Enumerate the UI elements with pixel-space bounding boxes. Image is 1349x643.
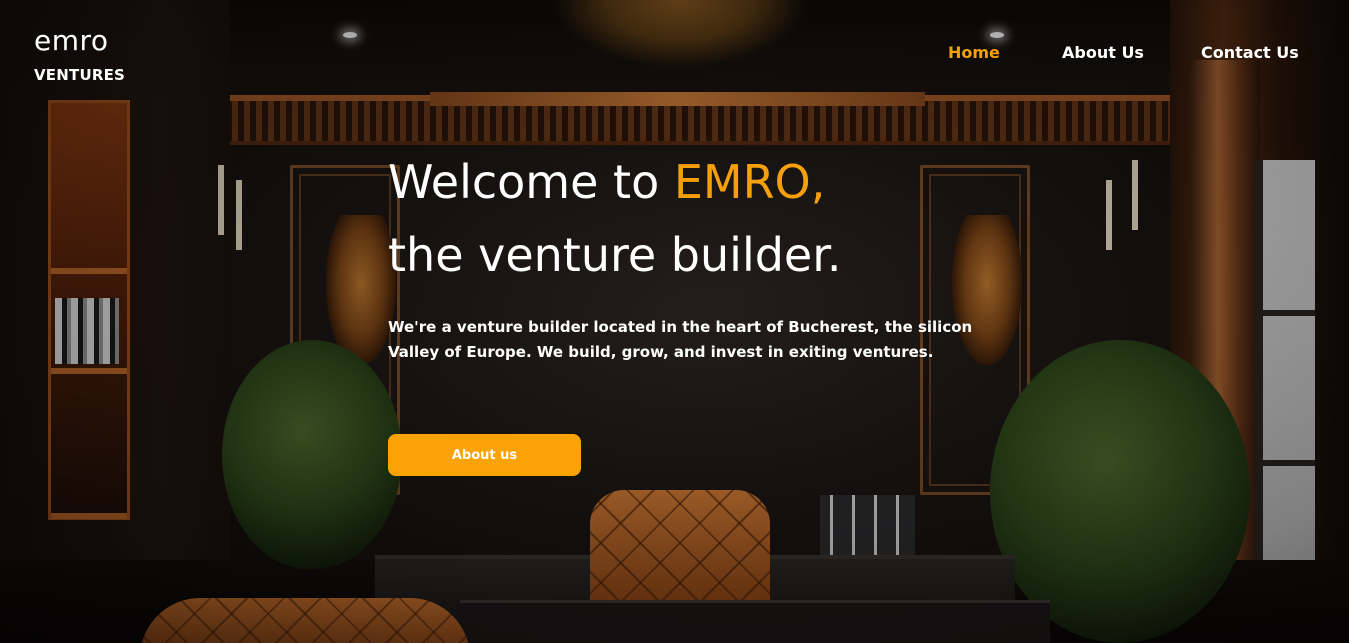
- about-us-button[interactable]: About us: [388, 434, 581, 476]
- headline-line2: the venture builder.: [388, 228, 842, 282]
- nav-contact-us-link[interactable]: Contact Us: [1201, 43, 1299, 62]
- hero-description: We're a venture builder located in the h…: [388, 318, 973, 361]
- brand-logo[interactable]: emro VENTURES: [34, 24, 126, 85]
- nav-about-us-link[interactable]: About Us: [1062, 43, 1144, 62]
- hero-headline: Welcome to EMRO, the venture builder.: [388, 146, 842, 292]
- headline-prefix: Welcome to: [388, 155, 674, 209]
- hero-section: emro VENTURES Home About Us Contact Us W…: [0, 0, 1349, 643]
- nav-home-link[interactable]: Home: [948, 43, 1000, 62]
- brand-subtitle: VENTURES: [34, 66, 126, 84]
- brand-name: emro: [34, 24, 109, 57]
- headline-accent: EMRO,: [673, 155, 826, 209]
